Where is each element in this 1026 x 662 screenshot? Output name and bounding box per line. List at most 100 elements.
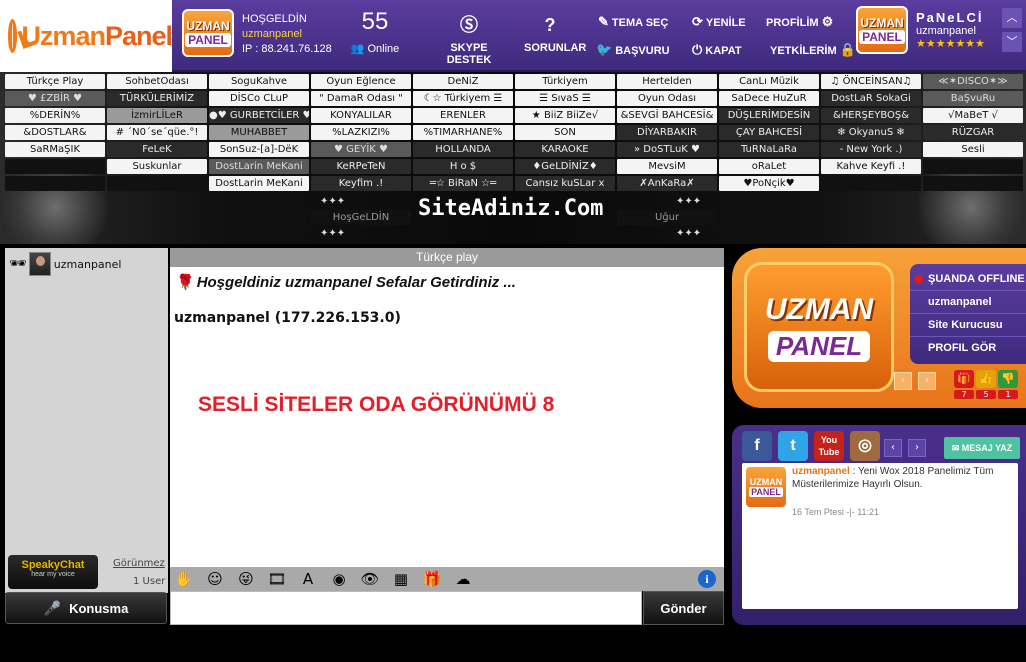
room-item[interactable]: KONYALILAR [311, 108, 411, 123]
gift-stat[interactable]: 🎁 7 [954, 370, 974, 399]
problems-button[interactable]: ? SORUNLAR [524, 14, 586, 54]
talk-button[interactable]: 🎤 Konusma [5, 592, 167, 624]
room-item[interactable]: ✗AnKaRa✗ [617, 176, 717, 191]
room-item[interactable]: SoguKahve [209, 74, 309, 89]
room-item[interactable]: BaŞvuRu [923, 91, 1023, 106]
write-message-button[interactable]: ✉ MESAJ YAZ [944, 437, 1020, 459]
profile-link[interactable]: PROFİLİM ⚙ [766, 14, 836, 30]
eye-icon[interactable]: 👁 [360, 569, 380, 589]
refresh-link[interactable]: ⟳ YENİLE [692, 14, 746, 30]
feed-author[interactable]: uzmanpanel [792, 466, 850, 477]
facebook-icon[interactable]: f [742, 431, 772, 461]
permissions-link[interactable]: YETKİLERİM 🔒 [770, 42, 859, 58]
room-item[interactable]: SohbetOdası [107, 74, 207, 89]
room-item[interactable]: TÜRKÜLERİMİZ [107, 91, 207, 106]
room-item[interactable]: %DERİN% [5, 108, 105, 123]
room-item[interactable]: MUHABBET [209, 125, 309, 140]
room-item[interactable]: KARAOKE [515, 142, 615, 157]
tongue-emoji-icon[interactable]: 😜 [236, 569, 256, 589]
room-item[interactable]: İzmirLİLeR [107, 108, 207, 123]
room-item[interactable]: %LAZKIZI% [311, 125, 411, 140]
room-item[interactable]: CanLı Müzik [719, 74, 819, 89]
chevron-left-icon[interactable]: ‹ [884, 439, 902, 457]
room-item[interactable]: SON [515, 125, 615, 140]
theme-select-link[interactable]: ✎ TEMA SEÇ [598, 14, 668, 30]
room-item[interactable]: DostLaR SokaGi [821, 91, 921, 106]
brand-logo[interactable]: UzmanPanel [0, 0, 173, 72]
room-item[interactable]: Keyfim .! [311, 176, 411, 191]
room-item[interactable]: ♥ GEYİK ♥ [311, 142, 411, 157]
chevron-left-icon[interactable]: ‹ [894, 372, 912, 390]
chevron-right-icon[interactable]: › [908, 439, 926, 457]
room-ugur[interactable]: Uğur [617, 210, 717, 225]
user-list-item[interactable]: 🕶 uzmanpanel [9, 252, 121, 276]
youtube-icon[interactable]: You Tube [814, 431, 844, 461]
room-item[interactable]: ERENLER [413, 108, 513, 123]
room-item[interactable]: FeLeK [107, 142, 207, 157]
room-item[interactable]: SaDece HuZuR [719, 91, 819, 106]
room-item[interactable]: ═☆ BiRaN ☆═ [413, 176, 513, 191]
room-item[interactable]: Cansız kuSLar x [515, 176, 615, 191]
room-item[interactable]: ●♥ GURBETCİLER ♥● [209, 108, 309, 123]
room-item[interactable]: DİSCo CLuP [209, 91, 309, 106]
room-item[interactable]: ☰ SıvaS ☰ [515, 91, 615, 106]
color-palette-icon[interactable]: ▦ [391, 569, 411, 589]
room-item[interactable]: &HERŞEYBOŞ& [821, 108, 921, 123]
room-item[interactable]: DÜŞLERİMDESİN [719, 108, 819, 123]
room-item[interactable]: √MaBeT √ [923, 108, 1023, 123]
apply-link[interactable]: 🐦 BAŞVURU [596, 42, 670, 58]
room-item[interactable]: ≪✶DISCO✶≫ [923, 74, 1023, 89]
room-item[interactable]: ★ BiiZ BiiZe√ [515, 108, 615, 123]
room-item[interactable]: &DOSTLAR& [5, 125, 105, 140]
dislike-stat[interactable]: 👎 1 [998, 370, 1018, 399]
room-item[interactable]: ♥PoNçik♥ [719, 176, 819, 191]
room-item[interactable]: ♦GeLDİNİZ♦ [515, 159, 615, 174]
room-item[interactable]: TuRNaLaRa [719, 142, 819, 157]
room-item[interactable]: ♥ £ZBİR ♥ [5, 91, 105, 106]
room-item[interactable]: HOLLANDA [413, 142, 513, 157]
like-stat[interactable]: 👍 5 [976, 370, 996, 399]
skype-support-button[interactable]: Ⓢ SKYPE DESTEK [436, 14, 502, 66]
room-item[interactable]: DİYARBAKIR [617, 125, 717, 140]
room-item[interactable]: Türkçe Play [5, 74, 105, 89]
smiley-icon[interactable]: ☺ [205, 569, 225, 589]
twitter-icon[interactable]: t [778, 431, 808, 461]
gift-icon[interactable]: 🎁 [422, 569, 442, 589]
room-item[interactable]: &SEVGİ BAHCESİ& [617, 108, 717, 123]
message-input[interactable] [170, 591, 642, 625]
room-item[interactable]: DostLarin MeKani [209, 176, 309, 191]
room-item[interactable]: DostLarin MeKani [209, 159, 309, 174]
room-item[interactable]: H o $ [413, 159, 513, 174]
send-button[interactable]: Gönder [643, 591, 724, 625]
chevron-up-icon[interactable]: ︿ [1002, 8, 1022, 28]
chevron-down-icon[interactable]: ﹀ [1002, 32, 1022, 52]
font-icon[interactable]: A [298, 569, 318, 589]
close-link[interactable]: ⏻ KAPAT [692, 42, 742, 58]
room-item[interactable]: Hertelden [617, 74, 717, 89]
room-item[interactable]: Oyun Eğlence [311, 74, 411, 89]
room-item[interactable]: %TIMARHANE% [413, 125, 513, 140]
room-item[interactable]: Suskunlar [107, 159, 207, 174]
room-item[interactable]: Oyun Odası [617, 91, 717, 106]
room-item[interactable]: DeNiZ [413, 74, 513, 89]
room-item[interactable]: MevsiM [617, 159, 717, 174]
instagram-icon[interactable]: ◎ [850, 431, 880, 461]
camera-icon[interactable]: ◉ [329, 569, 349, 589]
room-item[interactable]: » DoSTLuK ♥ [617, 142, 717, 157]
room-item[interactable]: ❄ OkyanuS ❄ [821, 125, 921, 140]
view-profile-link[interactable]: PROFIL GÖR [910, 337, 1026, 360]
film-icon[interactable]: 🎞 [267, 569, 287, 589]
room-item[interactable]: - New York .) [821, 142, 921, 157]
room-item[interactable]: " DamaR Odası " [311, 91, 411, 106]
room-item[interactable]: oRaLet [719, 159, 819, 174]
room-hosgeldin[interactable]: HoşGeLDİN [311, 210, 411, 225]
room-item[interactable]: ÇAY BAHCESİ [719, 125, 819, 140]
cloud-upload-icon[interactable]: ☁ [453, 569, 473, 589]
room-item[interactable]: Türkiyem [515, 74, 615, 89]
room-item[interactable]: ☾☆ Türkiyem ☰ [413, 91, 513, 106]
info-icon[interactable]: i [698, 570, 716, 588]
room-item[interactable]: Kahve Keyfi .! [821, 159, 921, 174]
room-item[interactable]: # ´N0´se´qüe.°! [107, 125, 207, 140]
room-item[interactable]: SonSuz-[a]-DëK [209, 142, 309, 157]
invisible-toggle[interactable]: Görünmez [113, 558, 165, 569]
